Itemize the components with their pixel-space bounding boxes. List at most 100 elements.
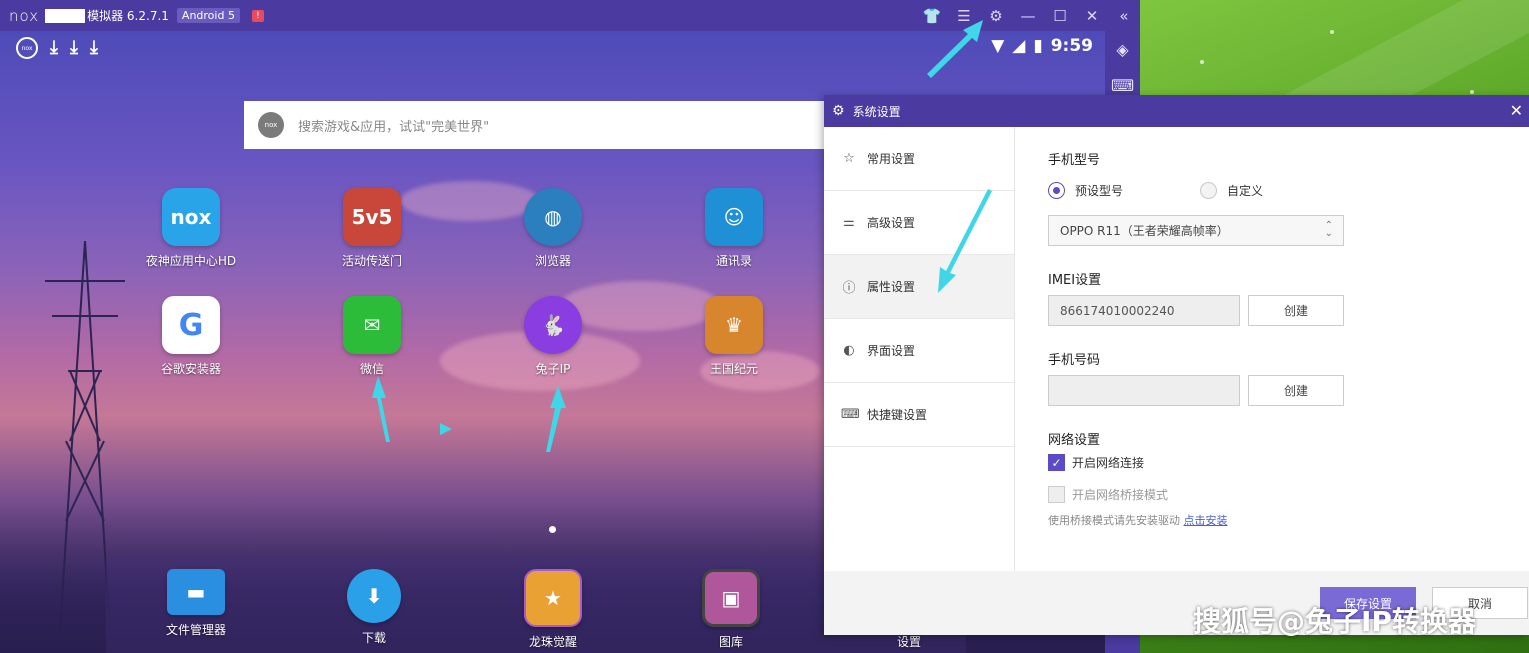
checkbox-label: 开启网络桥接模式 <box>1072 488 1169 502</box>
nox-logo: nox <box>9 6 40 25</box>
pointer-arrow-graphic <box>440 423 452 435</box>
app-label: 谷歌安装器 <box>160 362 221 376</box>
radio-label: 预设型号 <box>1075 184 1124 198</box>
nav-label: 高级设置 <box>867 216 916 230</box>
gear-icon: ⚙ <box>832 103 845 119</box>
download-notification-icon: ⤓ <box>50 37 58 58</box>
android-version-badge: Android 5 <box>176 8 240 23</box>
download-notification-icon: ⤓ <box>69 37 78 58</box>
minimize-icon[interactable]: — <box>1012 0 1044 31</box>
dock-dragonball[interactable]: ★ 龙珠觉醒 <box>498 569 608 650</box>
app-label: 通讯录 <box>715 254 752 268</box>
warning-icon[interactable]: ! <box>251 9 264 22</box>
dragonball-icon: ★ <box>524 569 582 627</box>
enable-network-checkbox[interactable]: ✓ 开启网络连接 <box>1048 454 1144 471</box>
title-redaction <box>45 8 86 23</box>
checkmark-icon: ✓ <box>1048 454 1065 471</box>
property-settings-panel: 手机型号 预设型号 自定义 OPPO R11（王者荣耀高帧率） ⌃ ⌄ IMEI设… <box>1048 127 1518 571</box>
rotate-icon[interactable]: ◈ <box>1105 31 1140 67</box>
pointer-arrow-graphic <box>372 376 390 442</box>
keyboard-icon: ⌨ <box>841 407 860 422</box>
google-icon: G <box>162 296 220 354</box>
app-label: 下载 <box>361 631 386 645</box>
dialog-header: ⚙ 系统设置 <box>824 95 1529 127</box>
download-notification-icon: ⤓ <box>89 37 98 58</box>
imei-create-button[interactable]: 创建 <box>1248 295 1344 326</box>
network-title: 网络设置 <box>1048 433 1101 448</box>
nox-search-logo: nox <box>258 112 284 138</box>
info-icon: ⓘ <box>842 281 856 296</box>
phone-number-title: 手机号码 <box>1048 353 1101 368</box>
nav-interface-settings[interactable]: ◐ 界面设置 <box>824 319 1014 383</box>
nav-label: 快捷键设置 <box>867 408 928 422</box>
app-event-portal[interactable]: 5v5 活动传送门 <box>317 188 427 269</box>
app-search-bar[interactable]: nox 搜索游戏&应用，试试"完美世界" <box>244 101 844 149</box>
phone-model-title: 手机型号 <box>1048 153 1101 168</box>
download-icon: ⬇ <box>347 569 401 623</box>
phone-number-field[interactable] <box>1048 375 1240 406</box>
close-icon[interactable]: ✕ <box>1076 0 1108 31</box>
radio-checked-icon <box>1048 182 1065 199</box>
bridge-mode-checkbox[interactable]: 开启网络桥接模式 <box>1048 486 1168 503</box>
battery-icon: ▮ <box>1033 36 1043 56</box>
gallery-icon: ▣ <box>702 569 760 627</box>
nav-label: 界面设置 <box>867 344 916 358</box>
imei-title: IMEI设置 <box>1048 273 1102 288</box>
phone-number-create-button[interactable]: 创建 <box>1248 375 1344 406</box>
app-google-installer[interactable]: G 谷歌安装器 <box>136 296 246 377</box>
checkbox-empty-icon <box>1048 486 1065 503</box>
nox-appcenter-icon: nox <box>162 188 220 246</box>
app-nox-center[interactable]: nox 夜神应用中心HD <box>136 188 246 269</box>
app-label: 兔子IP <box>535 362 571 376</box>
app-label: 微信 <box>359 362 384 376</box>
pointer-arrow-graphic <box>927 20 983 78</box>
preset-model-radio[interactable]: 预设型号 <box>1048 182 1123 199</box>
rabbit-icon: 🐇 <box>524 296 582 354</box>
star-icon: ☆ <box>843 151 855 166</box>
nav-common-settings[interactable]: ☆ 常用设置 <box>824 127 1014 191</box>
app-rabbit-ip[interactable]: 🐇 兔子IP <box>498 296 608 377</box>
pointer-arrow-graphic <box>938 189 992 293</box>
app-label: 夜神应用中心HD <box>145 254 237 268</box>
app-label: 图库 <box>718 635 743 649</box>
signal-icon: ◢ <box>1012 36 1026 56</box>
dialog-close-icon[interactable]: ✕ <box>1510 101 1523 120</box>
chevron-updown-icon: ⌃ ⌄ <box>1324 220 1333 239</box>
wifi-icon: ▼ <box>991 36 1005 56</box>
collapse-sidebar-icon[interactable]: « <box>1108 0 1140 31</box>
select-value: OPPO R11（王者荣耀高帧率） <box>1060 224 1229 238</box>
install-driver-link[interactable]: 点击安装 <box>1184 514 1228 527</box>
nav-label: 常用设置 <box>867 152 916 166</box>
folder-icon: ▬ <box>167 569 225 615</box>
palette-icon: ◐ <box>843 343 855 358</box>
dock-download[interactable]: ⬇ 下载 <box>319 569 429 646</box>
radio-label: 自定义 <box>1227 184 1264 198</box>
app-label: 文件管理器 <box>165 623 226 637</box>
dock-file-manager[interactable]: ▬ 文件管理器 <box>141 569 251 638</box>
app-label: 浏览器 <box>534 254 571 268</box>
app-wechat[interactable]: ✉ 微信 <box>317 296 427 377</box>
system-settings-dialog: ⚙ 系统设置 ✕ ☆ 常用设置 ⚌ 高级设置 ⓘ 属性设置 ◐ 界面设置 ⌨ 快… <box>824 95 1529 635</box>
phone-model-select[interactable]: OPPO R11（王者荣耀高帧率） ⌃ ⌄ <box>1048 215 1344 246</box>
app-contacts[interactable]: ☺ 通讯录 <box>679 188 789 269</box>
window-title: 模拟器 6.2.7.1 <box>87 9 169 23</box>
bridge-hint: 使用桥接模式请先安装驱动 点击安装 <box>1048 512 1228 528</box>
dock-gallery[interactable]: ▣ 图库 <box>676 569 786 650</box>
imei-field[interactable]: 866174010002240 <box>1048 295 1240 326</box>
nav-shortcut-settings[interactable]: ⌨ 快捷键设置 <box>824 383 1014 447</box>
app-label: 王国纪元 <box>709 362 758 376</box>
custom-model-radio[interactable]: 自定义 <box>1200 182 1263 199</box>
app-browser[interactable]: ◍ 浏览器 <box>498 188 608 269</box>
app-label: 活动传送门 <box>341 254 402 268</box>
nox-notification-icon: nox <box>16 37 38 59</box>
lordsmobile-icon: ♛ <box>705 296 763 354</box>
app-label: 龙珠觉醒 <box>528 635 577 649</box>
clock: 9:59 <box>1050 36 1093 56</box>
app-lords-mobile[interactable]: ♛ 王国纪元 <box>679 296 789 377</box>
hint-text: 使用桥接模式请先安装驱动 <box>1048 514 1180 527</box>
maximize-icon[interactable]: ☐ <box>1044 0 1076 31</box>
radio-unchecked-icon <box>1200 182 1217 199</box>
search-placeholder: 搜索游戏&应用，试试"完美世界" <box>298 119 490 135</box>
app-label: 设置 <box>896 635 921 649</box>
checkbox-label: 开启网络连接 <box>1072 456 1145 470</box>
